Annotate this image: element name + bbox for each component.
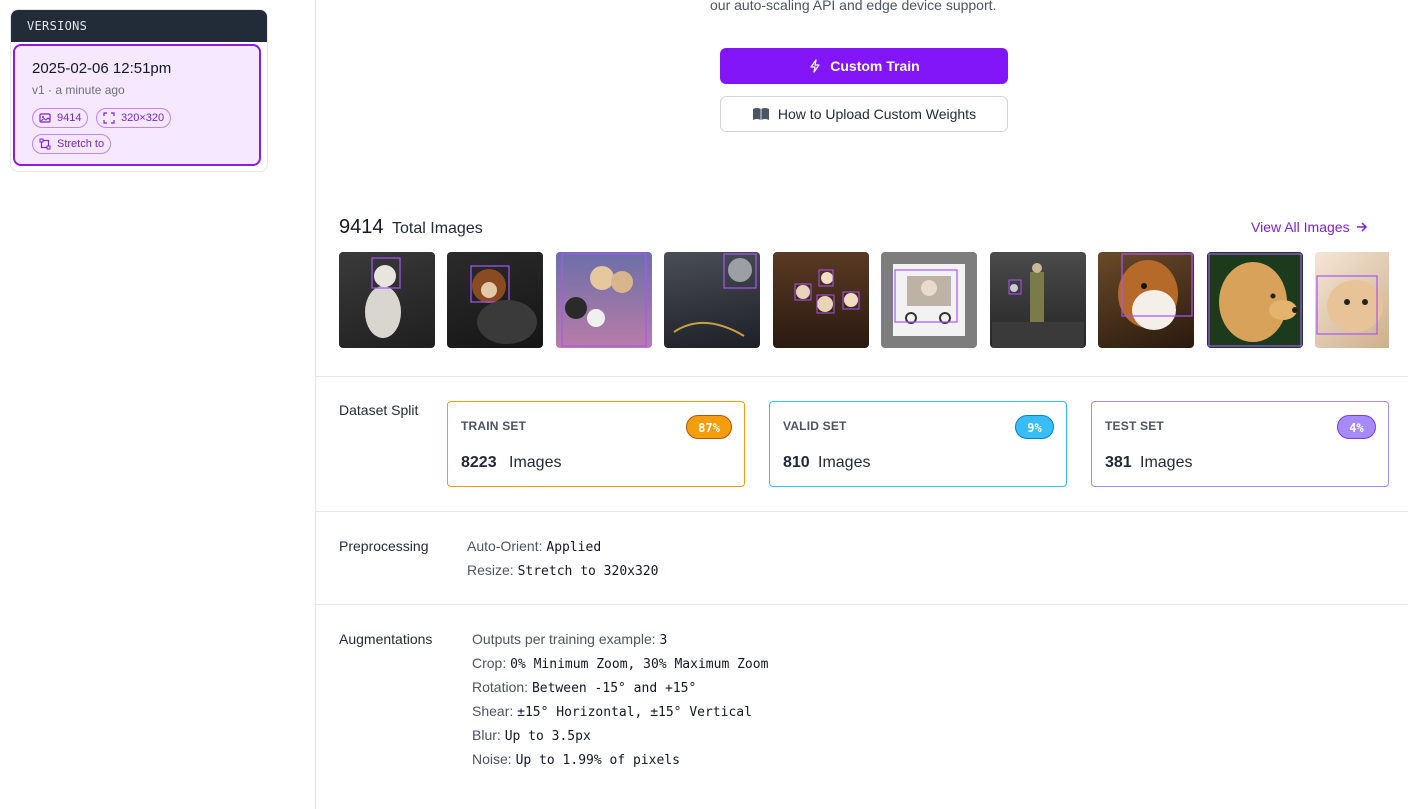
image-size-value: 320×320 xyxy=(121,112,165,124)
thumbnail-image xyxy=(1208,253,1302,347)
train-set-count: 8223 xyxy=(461,454,497,471)
augmentation-item: Shear: ±15° Horizontal, ±15° Vertical xyxy=(472,703,752,720)
divider xyxy=(315,376,1408,377)
augmentation-key: Noise: xyxy=(472,751,512,767)
augmentations-label: Augmentations xyxy=(339,631,433,647)
augmentation-item: Blur: Up to 3.5px xyxy=(472,727,591,744)
valid-set-unit: Images xyxy=(818,454,871,471)
main-content: our auto-scaling API and edge device sup… xyxy=(315,0,1408,809)
custom-train-label: Custom Train xyxy=(830,58,920,74)
thumbnail-image xyxy=(470,265,537,344)
sidebar: VERSIONS 2025-02-06 12:51pm v1 · a minut… xyxy=(0,0,316,809)
test-set-count: 381 xyxy=(1105,454,1132,471)
image-thumbnail[interactable] xyxy=(1207,252,1303,348)
upload-weights-button[interactable]: How to Upload Custom Weights xyxy=(720,96,1008,132)
augmentation-value: 3 xyxy=(659,633,668,648)
valid-set-name: VALID SET xyxy=(783,419,847,433)
arrow-right-icon xyxy=(1356,222,1367,232)
augmentation-key: Blur: xyxy=(472,727,501,743)
preprocessing-item: Resize: Stretch to 320x320 xyxy=(467,562,658,579)
test-set-unit: Images xyxy=(1140,454,1193,471)
valid-set-card[interactable]: VALID SET 9% 810 Images xyxy=(769,401,1067,487)
image-thumbnail[interactable] xyxy=(664,252,760,348)
version-card[interactable]: 2025-02-06 12:51pm v1 · a minute ago 941… xyxy=(13,44,261,166)
augmentation-value: Up to 3.5px xyxy=(504,729,591,744)
train-set-card[interactable]: TRAIN SET 87% 8223 Images xyxy=(447,401,745,487)
divider xyxy=(315,511,1408,512)
thumbnail-image xyxy=(561,253,647,347)
preprocessing-key: Resize: xyxy=(467,562,514,578)
thumbnail-image xyxy=(673,253,757,337)
augmentation-item: Noise: Up to 1.99% of pixels xyxy=(472,751,680,768)
image-thumbnail[interactable] xyxy=(1315,252,1389,348)
preprocessing-item: Auto-Orient: Applied xyxy=(467,538,601,555)
resize-icon xyxy=(103,112,115,124)
test-set-card[interactable]: TEST SET 4% 381 Images xyxy=(1091,401,1389,487)
preprocessing-value: Stretch to 320x320 xyxy=(517,564,659,579)
thumbnail-image xyxy=(1316,275,1383,335)
version-subtitle: v1 · a minute ago xyxy=(32,83,125,97)
train-set-name: TRAIN SET xyxy=(461,419,527,433)
train-set-percent-badge: 87% xyxy=(686,415,732,439)
augmentation-key: Shear: xyxy=(472,703,514,719)
image-thumbnail[interactable] xyxy=(881,252,977,348)
image-thumbnail-strip xyxy=(339,252,1389,348)
versions-panel: VERSIONS 2025-02-06 12:51pm v1 · a minut… xyxy=(10,9,268,172)
thumbnail-image xyxy=(893,264,965,336)
augmentation-key: Outputs per training example: xyxy=(472,631,656,647)
lightning-icon xyxy=(810,59,820,73)
image-thumbnail[interactable] xyxy=(773,252,869,348)
dataset-split-label: Dataset Split xyxy=(339,402,419,418)
preprocessing-key: Auto-Orient: xyxy=(467,538,543,554)
view-all-images-link[interactable]: View All Images xyxy=(1251,219,1368,235)
resize-chip: Stretch to xyxy=(32,134,112,154)
image-thumbnail[interactable] xyxy=(556,252,652,348)
intro-text: our auto-scaling API and edge device sup… xyxy=(710,0,997,13)
total-images-label: Total Images xyxy=(392,220,483,237)
divider xyxy=(315,604,1408,605)
custom-train-button[interactable]: Custom Train xyxy=(720,48,1008,84)
crop-icon xyxy=(39,138,51,150)
augmentation-item: Rotation: Between -15° and +15° xyxy=(472,679,696,696)
thumbnail-image xyxy=(794,269,860,314)
preprocessing-label: Preprocessing xyxy=(339,538,429,554)
augmentation-value: Up to 1.99% of pixels xyxy=(515,753,680,768)
valid-set-count: 810 xyxy=(783,454,810,471)
augmentation-item: Crop: 0% Minimum Zoom, 30% Maximum Zoom xyxy=(472,655,768,672)
image-count-value: 9414 xyxy=(57,112,82,124)
image-icon xyxy=(39,113,51,123)
test-set-percent-badge: 4% xyxy=(1337,415,1376,439)
view-all-label: View All Images xyxy=(1251,219,1350,235)
image-thumbnail[interactable] xyxy=(990,252,1086,348)
image-size-chip: 320×320 xyxy=(96,108,172,128)
book-icon xyxy=(752,108,769,120)
resize-value: Stretch to xyxy=(57,138,105,150)
test-set-name: TEST SET xyxy=(1105,419,1164,433)
preprocessing-value: Applied xyxy=(546,540,602,555)
image-thumbnail[interactable] xyxy=(447,252,543,348)
versions-header: VERSIONS xyxy=(11,10,267,42)
augmentation-key: Rotation: xyxy=(472,679,529,695)
augmentation-value: ±15° Horizontal, ±15° Vertical xyxy=(517,705,752,720)
total-images-count: 9414 xyxy=(339,216,384,238)
image-thumbnail[interactable] xyxy=(1098,252,1194,348)
thumbnail-image xyxy=(1118,253,1193,330)
augmentation-key: Crop: xyxy=(472,655,507,671)
image-count-chip: 9414 xyxy=(32,108,89,128)
version-title: 2025-02-06 12:51pm xyxy=(32,60,172,77)
train-set-unit: Images xyxy=(509,454,562,471)
valid-set-percent-badge: 9% xyxy=(1015,415,1054,439)
augmentation-value: Between -15° and +15° xyxy=(531,681,697,696)
augmentation-value: 0% Minimum Zoom, 30% Maximum Zoom xyxy=(510,657,769,672)
image-thumbnail[interactable] xyxy=(339,252,435,348)
thumbnail-image xyxy=(365,257,401,338)
augmentation-item: Outputs per training example: 3 xyxy=(472,631,667,648)
upload-weights-label: How to Upload Custom Weights xyxy=(777,106,977,122)
thumbnail-image xyxy=(992,263,1084,348)
